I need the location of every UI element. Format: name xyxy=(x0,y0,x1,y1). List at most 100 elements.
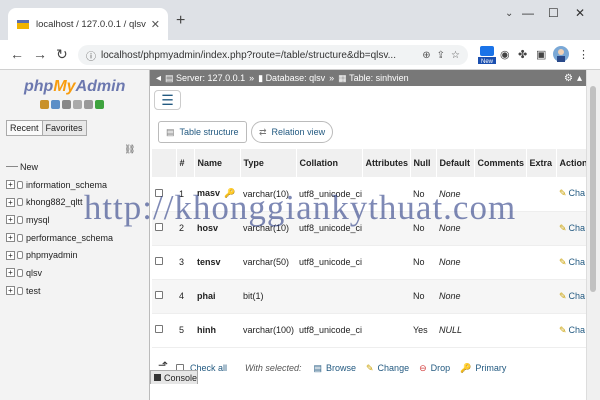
expand-icon[interactable]: + xyxy=(6,233,15,243)
logout-icon[interactable] xyxy=(51,100,60,109)
back-arrow-icon[interactable]: ← xyxy=(10,46,24,62)
change-link[interactable]: Cha xyxy=(569,291,586,301)
change-action[interactable]: ✎ Cha xyxy=(556,279,586,314)
scrollbar-thumb[interactable] xyxy=(590,86,596,292)
column-name: phai xyxy=(197,291,216,301)
tree-item-label[interactable]: phpmyadmin xyxy=(26,250,78,260)
tab-search-chevron-icon[interactable]: ⌄ xyxy=(505,8,513,19)
drop-button[interactable]: ⊖ Drop xyxy=(419,363,450,374)
gear-icon[interactable]: ⚙ xyxy=(564,73,573,84)
server-icon: ▤ xyxy=(165,72,177,83)
expand-icon[interactable]: + xyxy=(6,268,15,278)
row-checkbox[interactable] xyxy=(155,291,163,299)
forward-arrow-icon[interactable]: → xyxy=(33,46,47,62)
change-link[interactable]: Cha xyxy=(569,223,586,233)
tab-table-structure[interactable]: ▤ Table structure xyxy=(158,121,247,143)
close-window-button[interactable]: ✕ xyxy=(575,6,585,20)
row-checkbox[interactable] xyxy=(155,223,163,231)
change-link[interactable]: Cha xyxy=(569,257,586,267)
tree-item-qlsv[interactable]: + qlsv xyxy=(6,264,113,282)
expand-icon[interactable]: + xyxy=(6,197,15,207)
browser-menu-icon[interactable]: ⋮ xyxy=(578,48,589,61)
profile-avatar[interactable] xyxy=(553,46,569,65)
browser-tab[interactable]: localhost / 127.0.0.1 / qlsv / sinh ✕ xyxy=(8,8,168,40)
change-action[interactable]: ✎ Cha xyxy=(556,245,586,280)
breadcrumb-table[interactable]: Table: sinhvien xyxy=(349,73,409,83)
minimize-button[interactable]: — xyxy=(522,6,534,20)
sql-docs-icon[interactable] xyxy=(73,100,82,109)
extension-camera-icon[interactable]: ◉ xyxy=(500,48,510,61)
table-structure-icon: ▤ xyxy=(166,126,175,137)
tree-item-label[interactable]: test xyxy=(26,286,41,296)
expand-icon[interactable]: + xyxy=(6,180,15,190)
tree-item-label[interactable]: qlsv xyxy=(26,268,42,278)
row-checkbox[interactable] xyxy=(155,257,163,265)
reload-nav-icon[interactable] xyxy=(95,100,104,109)
collapse-top-icon[interactable]: ▴ xyxy=(577,73,582,84)
change-link[interactable]: Cha xyxy=(569,188,586,198)
home-icon[interactable] xyxy=(40,100,49,109)
tree-item-mysql[interactable]: + mysql xyxy=(6,211,113,229)
header-null[interactable]: Null xyxy=(410,149,437,177)
share-icon[interactable]: ⇪ xyxy=(437,50,445,61)
tree-item-phpmyadmin[interactable]: + phpmyadmin xyxy=(6,246,113,264)
header-attributes[interactable]: Attributes xyxy=(362,149,411,177)
reload-icon[interactable]: ↻ xyxy=(56,46,68,63)
header-extra[interactable]: Extra xyxy=(526,149,557,177)
column-type: varchar(100) xyxy=(240,313,296,348)
expand-icon[interactable]: + xyxy=(6,286,15,296)
row-checkbox[interactable] xyxy=(155,188,163,197)
tab-relation-view[interactable]: ⇄ Relation view xyxy=(251,121,334,143)
browse-button[interactable]: ▤ Browse xyxy=(313,363,356,374)
header-name[interactable]: Name xyxy=(194,149,241,177)
change-link[interactable]: Cha xyxy=(569,325,586,335)
tree-item-information-schema[interactable]: + information_schema xyxy=(6,176,113,194)
address-bar[interactable]: ⓘ localhost/phpmyadmin/index.php?route=/… xyxy=(78,45,468,65)
phpmyadmin-logo[interactable]: phpMyAdmin xyxy=(24,78,125,96)
tree-item-label[interactable]: New xyxy=(20,162,38,172)
tree-item-label[interactable]: mysql xyxy=(26,215,50,225)
tree-item-label[interactable]: performance_schema xyxy=(26,233,113,243)
maximize-button[interactable]: ☐ xyxy=(548,6,559,20)
info-icon[interactable]: ⓘ xyxy=(86,48,96,63)
header-comments[interactable]: Comments xyxy=(474,149,527,177)
bookmark-star-icon[interactable]: ☆ xyxy=(451,50,460,61)
tree-item-label[interactable]: information_schema xyxy=(26,180,107,190)
tree-item-test[interactable]: + test xyxy=(6,282,113,300)
new-tab-button[interactable]: + xyxy=(176,12,185,30)
tab-close-icon[interactable]: ✕ xyxy=(151,18,160,31)
tree-item-khong882-qltt[interactable]: + khong882_qltt xyxy=(6,193,113,211)
side-panel-icon[interactable]: ▣ xyxy=(536,48,546,61)
header-type[interactable]: Type xyxy=(240,149,297,177)
docs-icon[interactable] xyxy=(62,100,71,109)
tree-item-performance-schema[interactable]: + performance_schema xyxy=(6,229,113,247)
zoom-icon[interactable]: ⊕ xyxy=(422,50,430,61)
tree-item-new[interactable]: New xyxy=(6,158,113,176)
tab-favorites[interactable]: Favorites xyxy=(42,120,87,136)
row-checkbox[interactable] xyxy=(155,325,163,333)
console-icon xyxy=(154,374,161,381)
extensions-puzzle-icon[interactable]: ✤ xyxy=(518,48,527,61)
settings-icon[interactable] xyxy=(84,100,93,109)
header-collation[interactable]: Collation xyxy=(296,149,363,177)
primary-button[interactable]: 🔑 Primary xyxy=(460,363,506,374)
database-tree: New + information_schema + khong882_qltt +… xyxy=(6,158,113,300)
url-text[interactable]: localhost/phpmyadmin/index.php?route=/ta… xyxy=(101,50,416,61)
breadcrumb-server[interactable]: Server: 127.0.0.1 xyxy=(176,73,245,83)
change-action[interactable]: ✎ Cha xyxy=(556,177,586,212)
breadcrumb-database[interactable]: Database: qlsv xyxy=(266,73,326,83)
tab-recent[interactable]: Recent xyxy=(6,120,43,136)
change-button[interactable]: ✎ Change xyxy=(366,363,409,374)
change-action[interactable]: ✎ Cha xyxy=(556,313,586,348)
console-toggle[interactable]: Console xyxy=(150,370,198,384)
hamburger-menu-button[interactable]: ☰ xyxy=(154,90,181,110)
header-default[interactable]: Default xyxy=(436,149,475,177)
expand-icon[interactable]: + xyxy=(6,215,15,225)
extension-new-icon[interactable]: New xyxy=(478,45,496,68)
collapse-arrow-icon[interactable]: ◂ xyxy=(156,73,161,84)
change-action[interactable]: ✎ Cha xyxy=(556,211,586,246)
expand-icon[interactable]: + xyxy=(6,250,15,260)
link-with-main-icon[interactable]: ⛓ xyxy=(124,144,135,155)
tree-item-label[interactable]: khong882_qltt xyxy=(26,197,83,207)
row-select-cell xyxy=(152,279,176,314)
